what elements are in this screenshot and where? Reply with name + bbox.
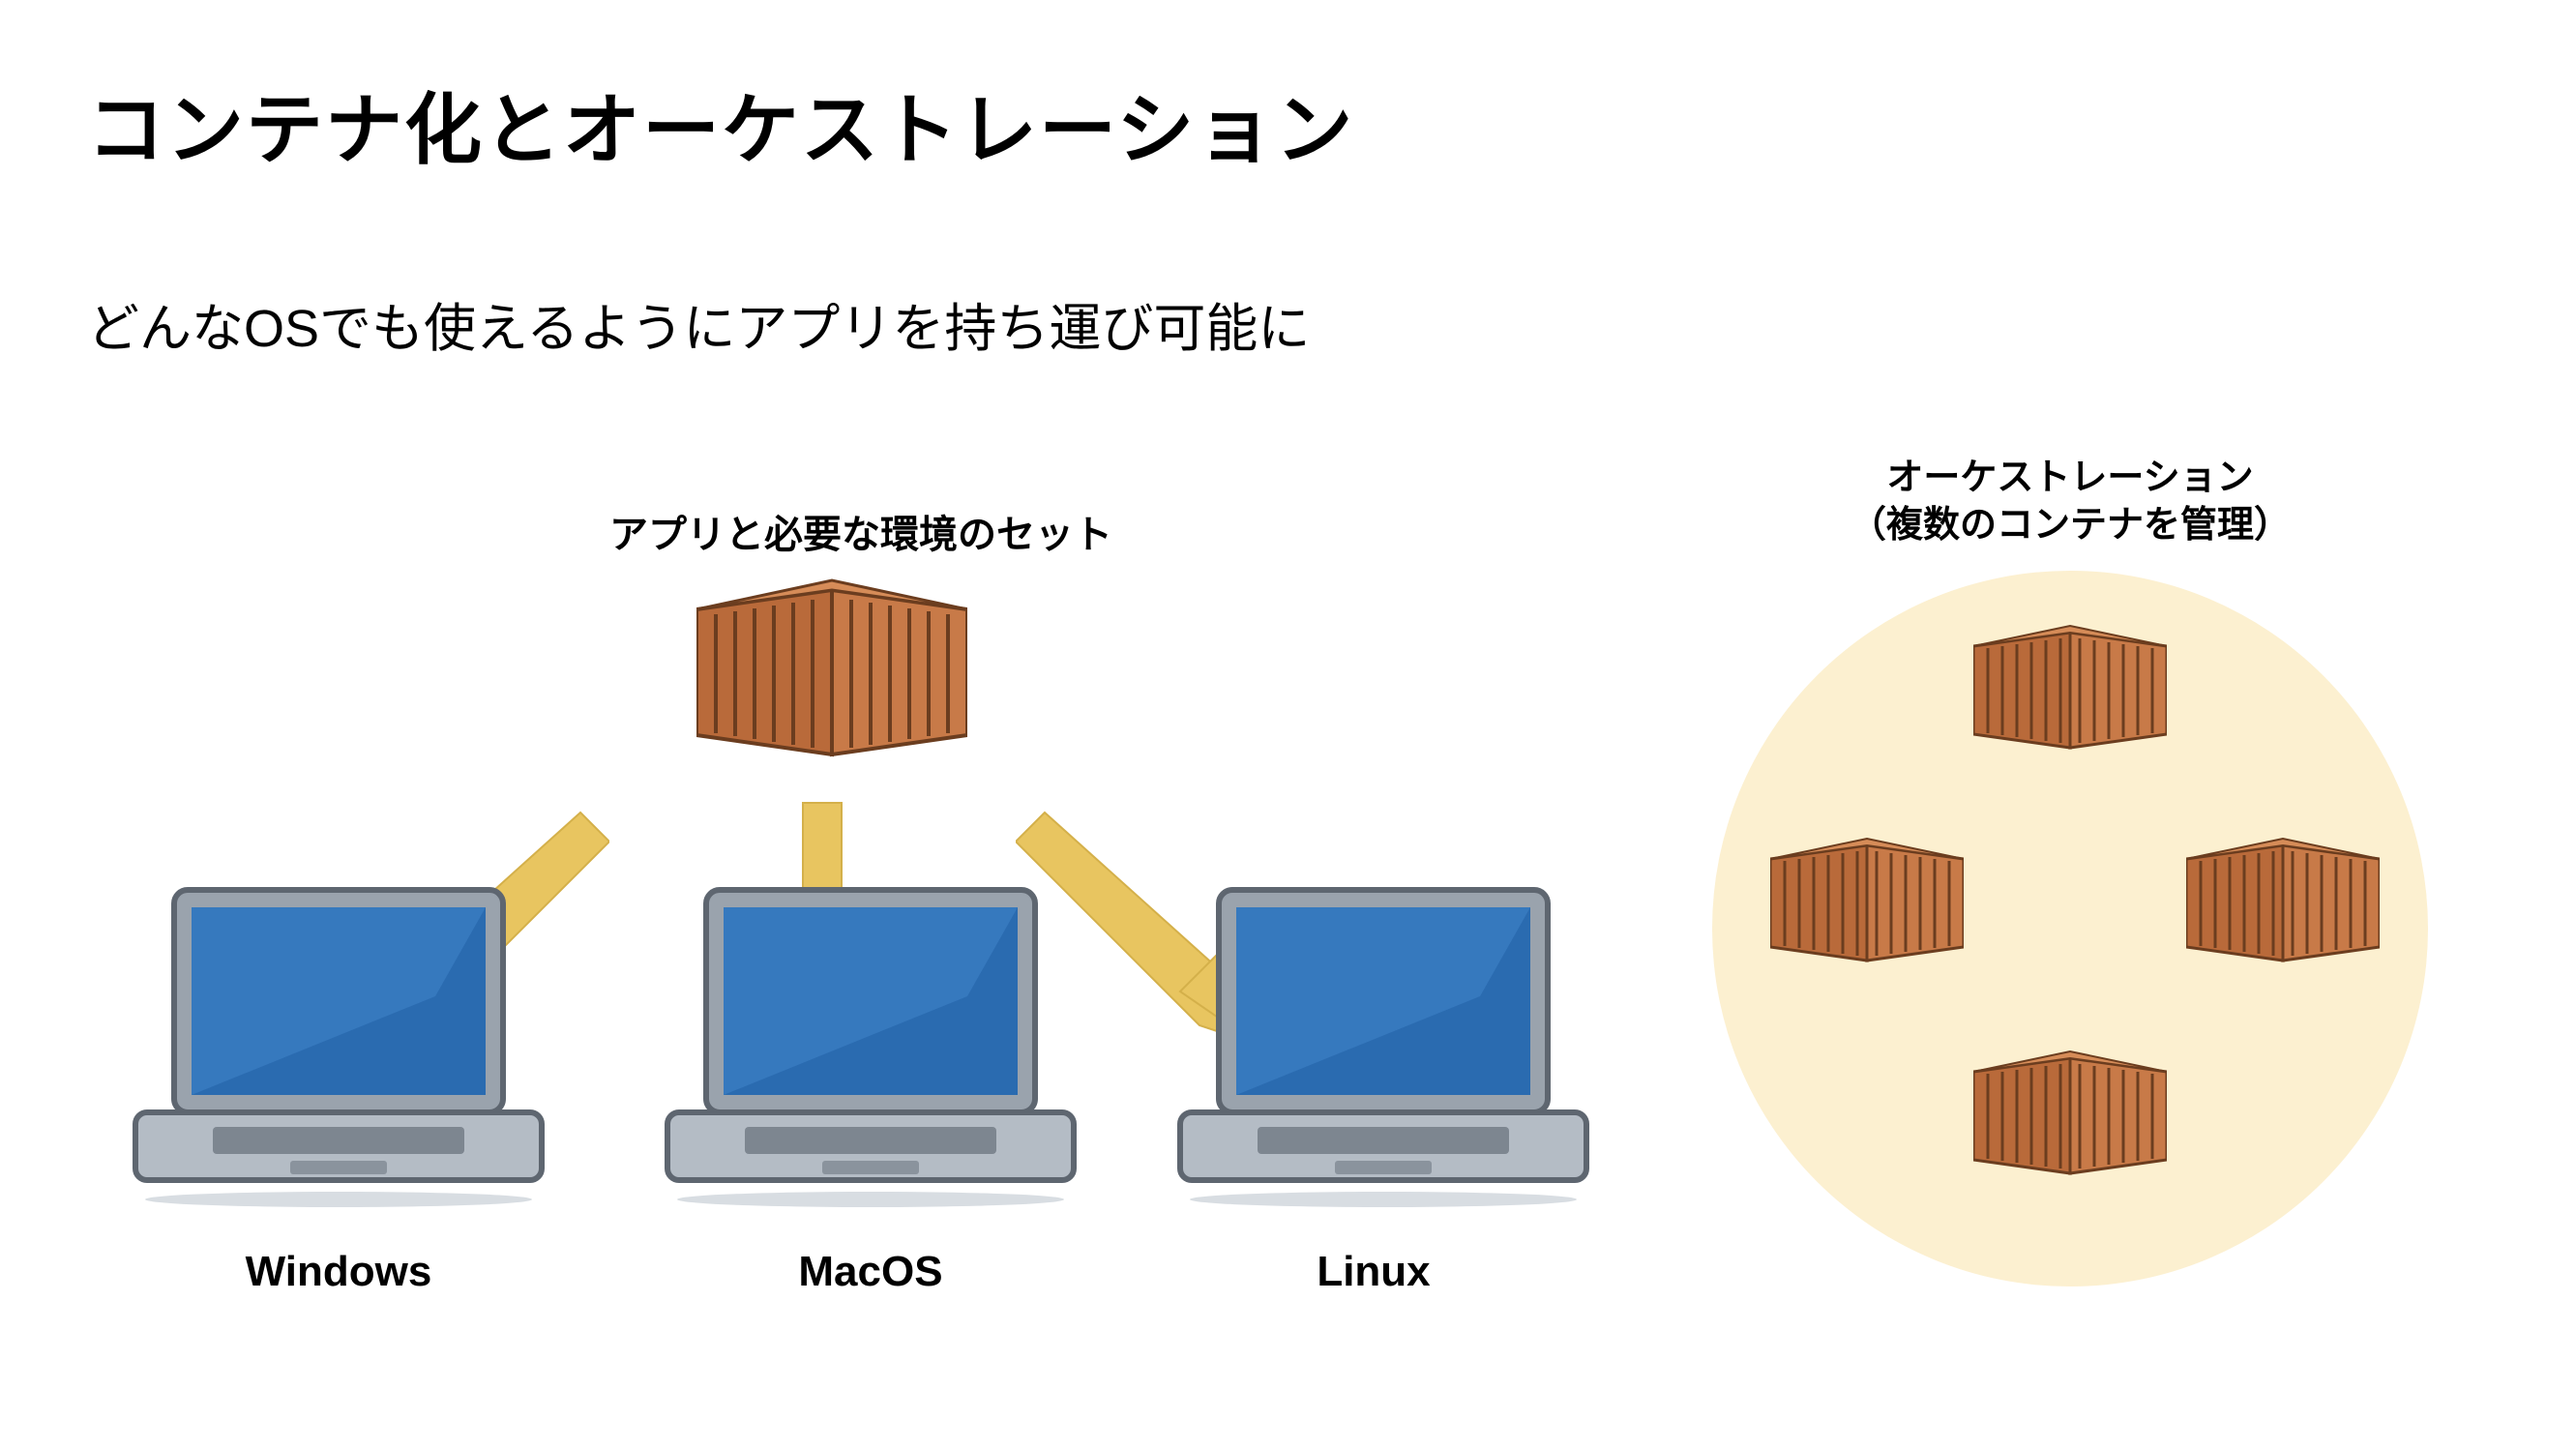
container-icon <box>1973 619 2167 754</box>
slide-subtitle: どんなOSでも使えるようにアプリを持ち運び可能に <box>87 285 1310 362</box>
orchestration-label: オーケストレーション（複数のコンテナを管理） <box>1819 455 2322 550</box>
laptop-icon <box>1161 880 1606 1209</box>
container-icon <box>1770 832 1964 967</box>
container-icon <box>2186 832 2380 967</box>
slide-title: コンテナ化とオーケストレーション <box>87 68 1354 180</box>
laptop-label-windows: Windows <box>203 1248 474 1296</box>
container-label: アプリと必要な環境のセット <box>609 503 1112 559</box>
container-icon <box>1973 1045 2167 1180</box>
laptop-icon <box>116 880 561 1209</box>
laptop-label-macos: MacOS <box>745 1248 996 1296</box>
container-icon <box>696 571 967 764</box>
laptop-icon <box>648 880 1093 1209</box>
laptop-label-linux: Linux <box>1267 1248 1480 1296</box>
